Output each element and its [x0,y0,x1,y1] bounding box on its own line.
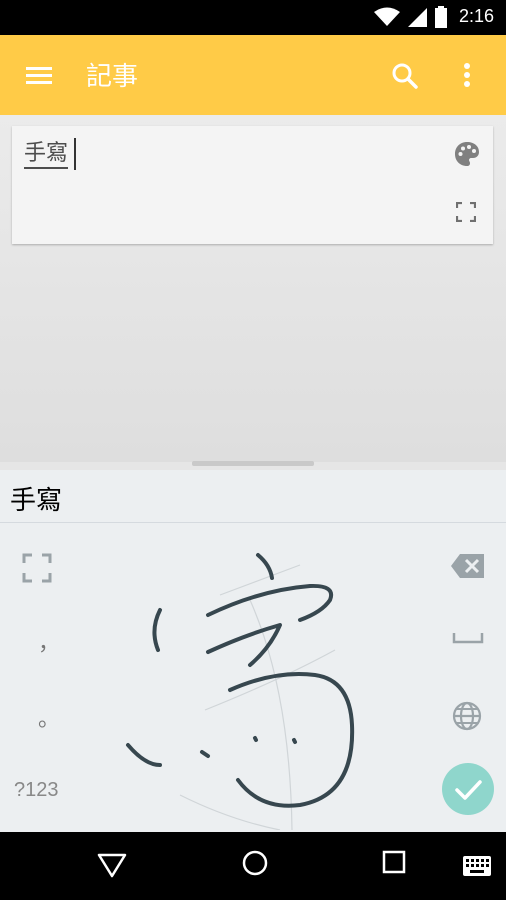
text-cursor [74,138,76,170]
signal-icon [408,8,427,27]
check-icon [455,780,482,800]
numbers-key[interactable]: ?123 [14,779,59,802]
status-time: 2:16 [458,6,494,26]
keyboard-drag-handle[interactable] [192,461,314,466]
home-icon[interactable] [240,848,270,878]
space-icon[interactable] [452,629,484,645]
done-button[interactable] [442,763,494,815]
comma-key[interactable]: ， [38,625,60,657]
backspace-icon[interactable] [450,553,486,579]
back-icon[interactable] [96,848,128,880]
note-card[interactable]: 手寫 [12,126,493,244]
keyboard-icon[interactable] [462,854,492,878]
handwriting-ink [126,553,355,830]
period-key[interactable]: 。 [38,701,60,733]
app-bar: 記事 [0,35,506,115]
candidate-word[interactable]: 手寫 [10,480,62,517]
palette-icon[interactable] [454,141,480,167]
battery-icon [435,6,447,28]
note-text-input[interactable]: 手寫 [24,142,69,169]
recents-icon[interactable] [380,848,408,876]
fullscreen-icon[interactable] [22,553,52,583]
candidate-bar: 手寫 [0,470,506,522]
menu-icon[interactable] [22,61,56,89]
status-icons [374,6,448,28]
more-vert-icon[interactable] [456,59,478,93]
status-bar: 2:16 [0,0,506,35]
globe-icon[interactable] [452,701,482,731]
fullscreen-icon[interactable] [456,202,476,222]
wifi-icon [374,7,400,26]
navigation-bar [0,832,506,900]
app-title: 記事 [86,62,139,92]
search-icon[interactable] [388,59,422,93]
